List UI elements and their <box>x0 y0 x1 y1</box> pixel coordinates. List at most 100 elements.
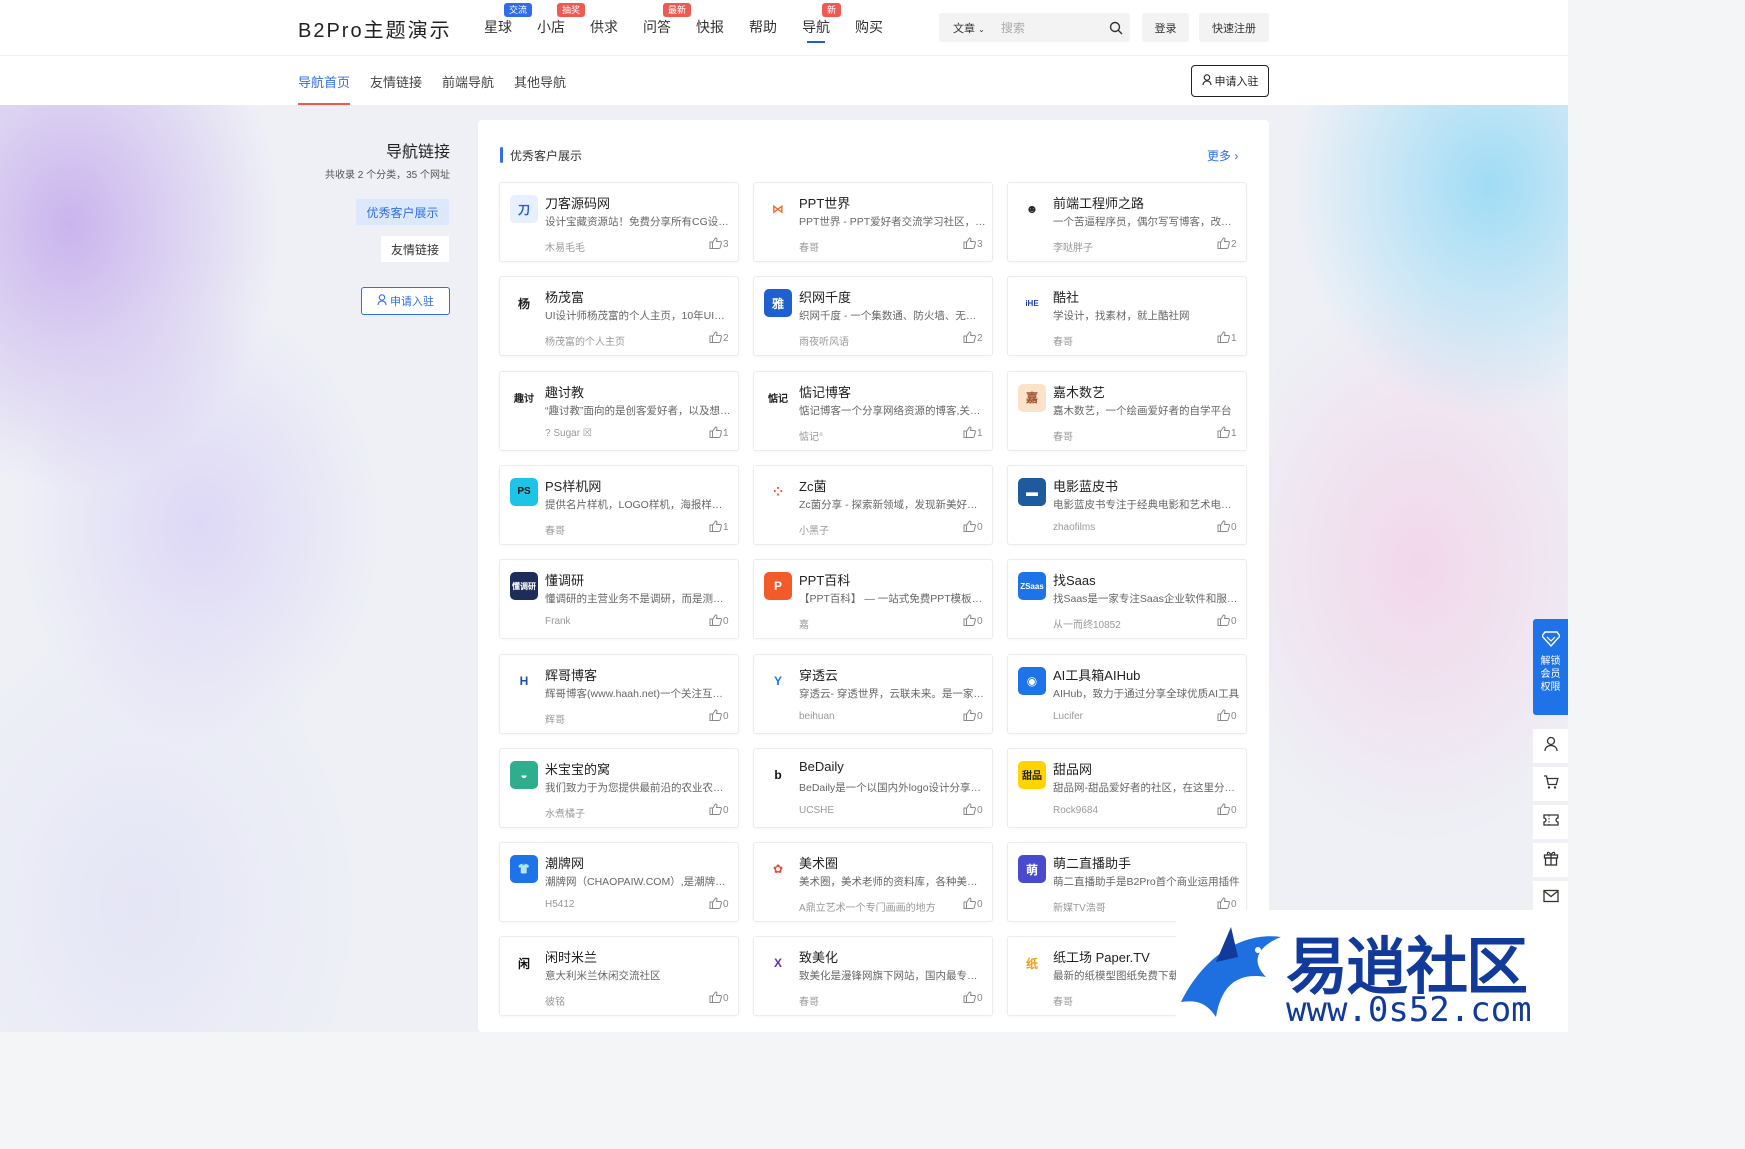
nav-item[interactable]: 小店 抽奖 <box>537 3 586 36</box>
like-button[interactable]: 2 <box>709 331 729 346</box>
nav-item[interactable]: 快报 <box>696 18 724 36</box>
like-button[interactable]: 2 <box>1217 237 1237 252</box>
site-card-title[interactable]: 纸工场 Paper.TV <box>1053 947 1150 966</box>
site-card-title[interactable]: 懂调研 <box>545 570 584 589</box>
login-button[interactable]: 登录 <box>1142 13 1189 42</box>
site-card-title[interactable]: 闲时米兰 <box>545 947 597 966</box>
site-card-title[interactable]: 致美化 <box>799 947 838 966</box>
site-card-title[interactable]: PPT百科 <box>799 570 850 589</box>
site-card[interactable]: 惦记惦记博客惦记博客一个分享网络资源的博客,关注互联网惦记° 1 <box>753 370 993 451</box>
site-card-title[interactable]: 趣讨教 <box>545 382 584 401</box>
gift-button[interactable] <box>1533 843 1568 877</box>
site-logo[interactable]: B2Pro主题演示 <box>298 14 452 43</box>
tab-other-nav[interactable]: 其他导航 <box>514 72 566 91</box>
tab-frontend-nav[interactable]: 前端导航 <box>442 72 494 91</box>
site-card[interactable]: 嘉嘉木数艺 嘉木数艺，一个绘画爱好者的自学平台 春哥 1 <box>1007 370 1247 451</box>
site-card-title[interactable]: 杨茂富 <box>545 287 584 306</box>
search-type-select[interactable]: 文章 ⌄ <box>953 20 1001 36</box>
site-card-title[interactable]: 美术圈 <box>799 853 838 872</box>
site-card-title[interactable]: 潮牌网 <box>545 853 584 872</box>
sidebar-item-friend-links[interactable]: 友情链接 <box>381 236 449 262</box>
site-card[interactable]: b BeDaily BeDaily是一个以国内外logo设计分享为主的站点 UCSHE… <box>753 747 993 828</box>
like-button[interactable]: 0 <box>709 991 729 1006</box>
site-card[interactable]: 闲闲时米兰 意大利米兰休闲交流社区 彼铭 0 <box>499 936 739 1017</box>
site-card[interactable]: Y 穿透云穿透云- 穿透世界，云联未来。是一家内网穿透服务 beihuan 0 <box>753 653 993 734</box>
like-button[interactable]: 1 <box>709 520 729 535</box>
site-card-title[interactable]: 米宝宝的窝 <box>545 759 610 778</box>
like-button[interactable]: 2 <box>963 331 983 346</box>
site-card-title[interactable]: 前端工程师之路 <box>1053 193 1144 212</box>
like-button[interactable]: 0 <box>963 614 983 629</box>
like-button[interactable]: 0 <box>963 991 983 1006</box>
site-card[interactable]: 雅织网千度 织网千度 - 一个集数通、防火墙、无线网络 雨夜听风语 2 <box>753 276 993 357</box>
like-button[interactable]: 0 <box>963 803 983 818</box>
site-card[interactable]: ZSaas 找Saas 找Saas是一家专注Saas企业软件和服务平台 从一而终108… <box>1007 559 1247 640</box>
like-button[interactable]: 0 <box>709 897 729 912</box>
search-icon[interactable] <box>1102 21 1130 35</box>
site-card-title[interactable]: PS样机网 <box>545 476 601 495</box>
site-card-title[interactable]: 辉哥博客 <box>545 665 597 684</box>
site-card-title[interactable]: 电影蓝皮书 <box>1053 476 1118 495</box>
site-card[interactable]: iHE 酷社 学设计，找素材，就上酷社网 春哥 1 <box>1007 276 1247 357</box>
cart-button[interactable] <box>1533 767 1568 801</box>
site-card[interactable]: ⋈ PPT世界 PPT世界 - PPT爱好者交流学习社区，分享精品春哥 3 <box>753 182 993 262</box>
site-card[interactable]: ◉ AI工具箱AIHub AIHub，致力于通过分享全球优质AI工具 Lucifer 0 <box>1007 653 1247 734</box>
user-center-button[interactable] <box>1533 729 1568 763</box>
site-card[interactable]: PS PS样机网提供名片样机，LOGO样机，海报样机等下载春哥 1 <box>499 464 739 545</box>
site-card-title[interactable]: 刀客源码网 <box>545 193 610 212</box>
search-input[interactable]: 搜索 <box>1001 19 1102 36</box>
site-card-title[interactable]: Zc菌 <box>799 476 826 495</box>
tab-nav-home[interactable]: 导航首页 <box>298 72 351 105</box>
like-button[interactable]: 0 <box>709 614 729 629</box>
nav-item[interactable]: 供求 <box>590 18 618 36</box>
nav-item[interactable]: 购买 <box>855 18 883 36</box>
search-box[interactable]: 文章 ⌄ 搜索 <box>939 13 1130 42</box>
like-button[interactable]: 1 <box>963 426 983 441</box>
like-button[interactable]: 0 <box>1217 520 1237 535</box>
nav-item[interactable]: 帮助 <box>749 18 777 36</box>
site-card[interactable]: ◒ 米宝宝的窝 我们致力于为您提供最前沿的农业农村资讯 水煮橘子 0 <box>499 747 739 828</box>
like-button[interactable]: 1 <box>709 426 729 441</box>
like-button[interactable]: 3 <box>963 237 983 252</box>
apply-join-button[interactable]: 申请入驻 <box>1191 65 1269 97</box>
more-link[interactable]: 更多 › <box>1207 147 1238 164</box>
tab-friend-links[interactable]: 友情链接 <box>370 72 422 91</box>
like-button[interactable]: 0 <box>709 708 729 724</box>
site-card[interactable]: ▬ 电影蓝皮书电影蓝皮书专注于经典电影和艺术电影的推荐 zhaofilms 0 <box>1007 464 1247 545</box>
site-card-title[interactable]: 酷社 <box>1053 287 1079 306</box>
site-card-title[interactable]: 找Saas <box>1053 570 1096 589</box>
site-card-title[interactable]: PPT世界 <box>799 193 850 212</box>
like-button[interactable]: 0 <box>1217 614 1237 629</box>
like-button[interactable]: 0 <box>963 520 983 535</box>
site-card[interactable]: 甜品 甜品网 甜品网-甜品爱好者的社区，在这里分享甜品 Rock9684 0 <box>1007 747 1247 828</box>
like-button[interactable]: 0 <box>1217 803 1237 818</box>
site-card[interactable]: 杨杨茂富 UI设计师杨茂富的个人主页，10年UI设计经验杨茂富的个人主页 2 <box>499 276 739 357</box>
site-card-title[interactable]: 萌二直播助手 <box>1053 853 1131 872</box>
site-card-title[interactable]: 嘉木数艺 <box>1053 382 1105 401</box>
like-button[interactable]: 0 <box>963 897 983 912</box>
site-card[interactable]: 👕 潮牌网潮牌网（CHAOPAIW.COM）,是潮牌爱好者的家 H5412 0 <box>499 842 739 923</box>
nav-item[interactable]: 问答 最新 <box>643 3 692 36</box>
like-button[interactable]: 1 <box>1217 331 1237 346</box>
site-card[interactable]: P PPT百科【PPT百科】 — 一站式免费PPT模板下载网站嘉 0 <box>753 559 993 640</box>
like-button[interactable]: 0 <box>963 708 983 724</box>
sidebar-item-showcase[interactable]: 优秀客户展示 <box>356 199 449 225</box>
site-card[interactable]: X 致美化致美化是漫锋网旗下网站，国内最专业的美化站春哥 0 <box>753 936 993 1017</box>
site-card[interactable]: 刀刀客源码网 设计宝藏资源站！免费分享所有CG设计资源 木易毛毛 3 <box>499 182 739 262</box>
unlock-vip-button[interactable]: 解锁会员权限 <box>1533 619 1568 715</box>
site-card-title[interactable]: 织网千度 <box>799 287 851 306</box>
site-card[interactable]: ✿ 美术圈 美术圈，美术老师的资料库，各种美术资源 A鼎立艺术一个专门画画的地方 0 <box>753 842 993 923</box>
site-card-title[interactable]: BeDaily <box>799 759 844 774</box>
like-button[interactable]: 0 <box>709 803 729 818</box>
site-card[interactable]: 趣讨趣讨教 “趣讨教”面向的是创客爱好者，以及想学习的人 ? Sugar ☒ 1 <box>499 370 739 451</box>
site-card[interactable]: H 辉哥博客辉哥博客(www.haah.net)一个关注互联网的博客辉哥 0 <box>499 653 739 734</box>
coupon-button[interactable] <box>1533 805 1568 839</box>
site-card-title[interactable]: 惦记博客 <box>799 382 851 401</box>
site-card[interactable]: ⁘ Zc菌 Zc菌分享 - 探索新领域，发现新美好，记录新生活小黑子 0 <box>753 464 993 545</box>
site-card[interactable]: ☻ 前端工程师之路 一个苦逼程序员，偶尔写写博客，改改bug 李哒胖子 2 <box>1007 182 1247 262</box>
sidebar-apply-button[interactable]: 申请入驻 <box>361 287 450 315</box>
like-button[interactable]: 3 <box>709 237 729 252</box>
register-button[interactable]: 快速注册 <box>1199 13 1269 42</box>
nav-item[interactable]: 导航 新 <box>802 3 842 43</box>
site-card-title[interactable]: 甜品网 <box>1053 759 1092 778</box>
